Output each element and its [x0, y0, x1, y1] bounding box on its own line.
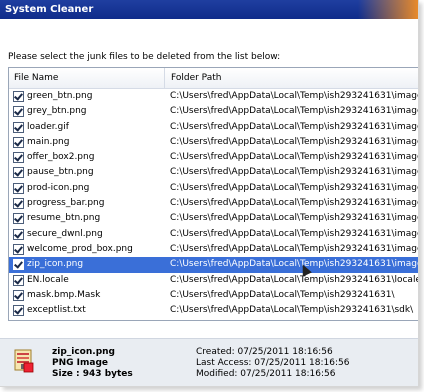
file-name-cell: grey_btn.png	[27, 106, 87, 117]
table-row[interactable]: pause_btn.png C:\Users\fred\AppData\Local…	[9, 165, 419, 180]
file-name-cell: progress_bar.png	[27, 198, 105, 209]
folder-path-cell: C:\Users\fred\AppData\Local\Temp\ish2932…	[170, 167, 419, 178]
folder-path-cell: C:\Users\fred\AppData\Local\Temp\ish2932…	[170, 198, 419, 209]
file-details-panel: zip_icon.png PNG Image Size : 943 bytes …	[0, 338, 418, 386]
table-row[interactable]: zip_icon.png C:\Users\fred\AppData\Local\…	[9, 257, 419, 273]
table-row[interactable]: exceptlist.txt C:\Users\fred\AppData\Loca…	[9, 303, 418, 318]
file-name-cell: secure_dwnl.png	[27, 228, 103, 239]
folder-path-cell: C:\Users\fred\AppData\Local\Temp\ish2932…	[170, 152, 419, 163]
row-checkbox[interactable]	[13, 213, 24, 225]
window-title: System Cleaner	[5, 4, 94, 15]
folder-path-cell: C:\Users\fred\AppData\Local\Temp\ish2932…	[170, 289, 395, 300]
zip-file-icon	[14, 349, 34, 373]
table-row[interactable]: mask.bmp.Mask C:\Users\fred\AppData\Local…	[9, 288, 418, 303]
folder-path-cell: C:\Users\fred\AppData\Local\Temp\ish2932…	[170, 136, 419, 147]
row-checkbox[interactable]	[13, 182, 24, 194]
folder-path-cell: C:\Users\fred\AppData\Local\Temp\ish2932…	[170, 121, 419, 132]
table-row[interactable]: progress_bar.png C:\Users\fred\AppData\Lo…	[9, 196, 419, 211]
folder-path-cell: C:\Users\fred\AppData\Local\Temp\ish2932…	[170, 106, 419, 117]
list-header: File Name Folder Path	[9, 68, 418, 89]
folder-path-cell: C:\Users\fred\AppData\Local\Temp\ish2932…	[170, 274, 419, 285]
row-checkbox[interactable]	[13, 289, 24, 301]
row-checkbox[interactable]	[13, 121, 24, 133]
row-checkbox[interactable]	[13, 228, 24, 240]
row-checkbox[interactable]	[13, 106, 24, 118]
folder-path-cell: C:\Users\fred\AppData\Local\Temp\ish2932…	[170, 259, 419, 270]
file-name-cell: resume_btn.png	[27, 213, 101, 224]
row-checkbox[interactable]	[13, 91, 24, 102]
title-bar-accent	[358, 0, 418, 19]
table-row[interactable]: grey_btn.png C:\Users\fred\AppData\Local\…	[9, 104, 419, 119]
file-name-cell: zip_icon.png	[27, 259, 84, 270]
row-checkbox[interactable]	[13, 305, 24, 317]
folder-path-cell: C:\Users\fred\AppData\Local\Temp\ish2932…	[170, 182, 419, 193]
folder-path-cell: C:\Users\fred\AppData\Local\Temp\ish2932…	[170, 228, 419, 239]
row-checkbox[interactable]	[13, 152, 24, 164]
folder-path-cell: C:\Users\fred\AppData\Local\Temp\ish2932…	[170, 213, 419, 224]
details-last-access: Last Access: 07/25/2011 18:16:56	[196, 358, 350, 368]
details-file-name: zip_icon.png	[52, 347, 115, 357]
folder-path-cell: C:\Users\fred\AppData\Local\Temp\ish2932…	[170, 243, 419, 254]
details-modified: Modified: 07/25/2011 18:16:56	[196, 369, 336, 379]
file-rows: green_btn.png C:\Users\fred\AppData\Local…	[9, 89, 419, 318]
row-checkbox[interactable]	[13, 259, 24, 271]
row-checkbox[interactable]	[13, 136, 24, 148]
system-cleaner-window: System Cleaner Please select the junk fi…	[0, 0, 419, 387]
instruction-text: Please select the junk files to be delet…	[8, 52, 281, 62]
folder-path-cell: C:\Users\fred\AppData\Local\Temp\ish2932…	[170, 91, 419, 101]
table-row[interactable]: secure_dwnl.png C:\Users\fred\AppData\Loc…	[9, 227, 419, 242]
table-row[interactable]: loader.gif C:\Users\fred\AppData\Local\Te…	[9, 120, 419, 135]
row-checkbox[interactable]	[13, 167, 24, 179]
table-row[interactable]: welcome_prod_box.png C:\Users\fred\AppDat…	[9, 242, 419, 257]
table-row[interactable]: resume_btn.png C:\Users\fred\AppData\Loca…	[9, 211, 419, 226]
file-name-cell: pause_btn.png	[27, 167, 94, 178]
file-name-cell: loader.gif	[27, 121, 69, 132]
row-checkbox[interactable]	[13, 243, 24, 255]
row-checkbox[interactable]	[13, 274, 24, 286]
file-name-cell: exceptlist.txt	[27, 305, 86, 316]
file-name-cell: green_btn.png	[27, 91, 93, 101]
column-header-file-name[interactable]: File Name	[9, 68, 165, 88]
title-bar: System Cleaner	[0, 0, 418, 19]
table-row[interactable]: offer_box2.png C:\Users\fred\AppData\Loca…	[9, 150, 419, 165]
table-row[interactable]: green_btn.png C:\Users\fred\AppData\Local…	[9, 89, 419, 104]
row-checkbox[interactable]	[13, 198, 24, 210]
table-row[interactable]: EN.locale C:\Users\fred\AppData\Local\Tem…	[9, 273, 419, 288]
table-row[interactable]: main.png C:\Users\fred\AppData\Local\Temp…	[9, 135, 419, 150]
table-row[interactable]: prod-icon.png C:\Users\fred\AppData\Local…	[9, 181, 419, 196]
file-name-cell: offer_box2.png	[27, 152, 95, 163]
file-name-cell: EN.locale	[27, 274, 69, 285]
file-name-cell: main.png	[27, 136, 70, 147]
details-file-size: Size : 943 bytes	[52, 369, 133, 379]
junk-file-list[interactable]: File Name Folder Path green_btn.png C:\Us…	[8, 67, 419, 321]
column-header-folder-path[interactable]: Folder Path	[166, 68, 418, 88]
folder-path-cell: C:\Users\fred\AppData\Local\Temp\ish2932…	[170, 305, 414, 316]
file-name-cell: mask.bmp.Mask	[27, 289, 101, 300]
details-file-type: PNG Image	[52, 358, 108, 368]
details-created: Created: 07/25/2011 18:16:56	[196, 347, 333, 357]
file-name-cell: prod-icon.png	[27, 182, 90, 193]
file-name-cell: welcome_prod_box.png	[27, 243, 133, 254]
